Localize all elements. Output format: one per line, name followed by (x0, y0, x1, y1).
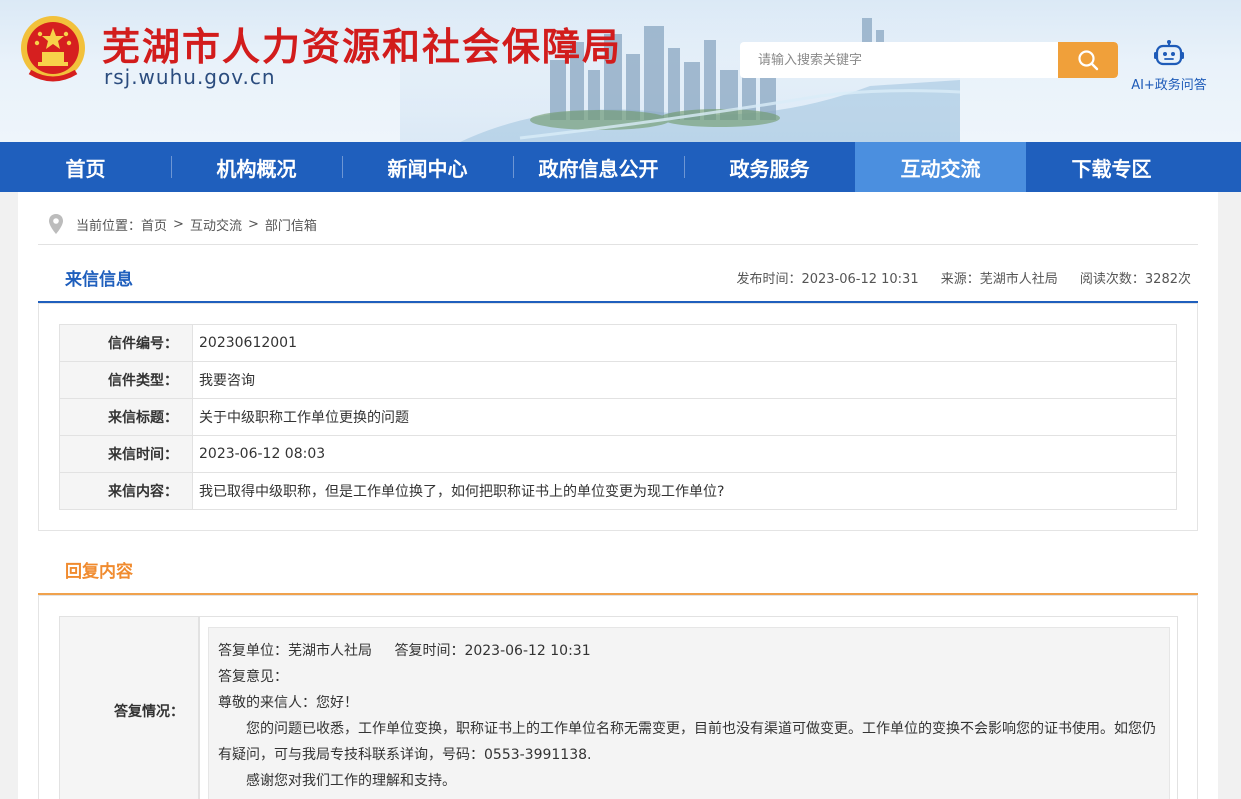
reply-body: 您的问题已收悉，工作单位变换，职称证书上的工作单位名称无需变更，目前也没有渠道可… (218, 721, 1156, 763)
letter-number-value: 20230612001 (192, 324, 1177, 362)
search-box (740, 42, 1118, 78)
search-button[interactable] (1058, 42, 1118, 78)
letter-time-value: 2023-06-12 08:03 (192, 435, 1177, 473)
breadcrumb-prefix: 当前位置： (76, 218, 142, 234)
letter-content-label: 来信内容： (59, 472, 193, 510)
nav-interaction[interactable]: 互动交流 (855, 142, 1026, 192)
nav-downloads[interactable]: 下载专区 (1026, 142, 1197, 192)
nav-news[interactable]: 新闻中心 (342, 142, 513, 192)
reply-time: 答复时间：2023-06-12 10:31 (394, 643, 591, 659)
breadcrumb-interaction[interactable]: 互动交流 (190, 215, 242, 234)
letter-content-value: 我已取得中级职称，但是工作单位换了，如何把职称证书上的单位变更为现工作单位? (192, 472, 1177, 510)
content-panel: 当前位置： 首页 > 互动交流 > 部门信箱 来信信息 发布时间：2023-06… (18, 192, 1218, 799)
ai-label: AI+政务问答 (1131, 78, 1207, 93)
reply-box: 答复情况： 答复单位：芜湖市人社局 答复时间：2023-06-12 10:31 … (38, 595, 1198, 799)
reply-opinion-label: 答复意见： (218, 669, 288, 685)
letter-info-box: 信件编号： 20230612001 信件类型： 我要咨询 来信标题： 关于中级职… (38, 303, 1198, 531)
breadcrumb: 当前位置： 首页 > 互动交流 > 部门信箱 (48, 214, 317, 234)
letter-meta: 发布时间：2023-06-12 10:31 来源：芜湖市人社局 阅读次数：328… (718, 268, 1191, 287)
letter-subject-value: 关于中级职称工作单位更换的问题 (192, 398, 1177, 436)
breadcrumb-separator: > (247, 216, 259, 232)
site-header: 芜湖市人力资源和社会保障局 rsj.wuhu.gov.cn AI+政务问答 (0, 0, 1241, 142)
nav-home[interactable]: 首页 (0, 142, 171, 192)
view-count: 阅读次数：3282次 (1079, 272, 1191, 287)
reply-unit: 答复单位：芜湖市人社局 (218, 643, 372, 659)
location-pin-icon (49, 214, 63, 234)
nav-gov-info[interactable]: 政府信息公开 (513, 142, 684, 192)
letter-subject-label: 来信标题： (59, 398, 193, 436)
ai-assistant-link[interactable]: AI+政务问答 (1126, 40, 1212, 93)
letter-info-table: 信件编号： 20230612001 信件类型： 我要咨询 来信标题： 关于中级职… (59, 324, 1177, 510)
breadcrumb-separator: > (173, 216, 184, 232)
table-row: 来信时间： 2023-06-12 08:03 (59, 435, 1177, 473)
reply-thanks: 感谢您对我们工作的理解和支持。 (246, 773, 456, 789)
table-row: 来信标题： 关于中级职称工作单位更换的问题 (59, 398, 1177, 436)
letter-type-label: 信件类型： (59, 361, 193, 399)
national-emblem-icon (21, 16, 85, 82)
table-row: 信件编号： 20230612001 (59, 324, 1177, 362)
site-title: 芜湖市人力资源和社会保障局 (102, 24, 623, 69)
letter-section-title: 来信信息 (65, 270, 133, 290)
breadcrumb-home[interactable]: 首页 (141, 215, 167, 234)
table-row: 信件类型： 我要咨询 (59, 361, 1177, 399)
reply-meta-line: 答复单位：芜湖市人社局 答复时间：2023-06-12 10:31 (218, 638, 1160, 664)
nav-services[interactable]: 政务服务 (684, 142, 855, 192)
breadcrumb-mailbox[interactable]: 部门信箱 (265, 215, 317, 234)
reply-greeting: 尊敬的来信人：您好！ (218, 695, 358, 711)
main-nav: 首页 机构概况 新闻中心 政府信息公开 政务服务 互动交流 下载专区 (0, 142, 1241, 192)
reply-content: 答复单位：芜湖市人社局 答复时间：2023-06-12 10:31 答复意见： … (208, 627, 1170, 799)
table-row: 来信内容： 我已取得中级职称，但是工作单位换了，如何把职称证书上的单位变更为现工… (59, 472, 1177, 510)
reply-status-cell: 答复单位：芜湖市人社局 答复时间：2023-06-12 10:31 答复意见： … (199, 616, 1178, 799)
reply-section-title: 回复内容 (65, 562, 133, 582)
site-domain: rsj.wuhu.gov.cn (104, 65, 276, 89)
reply-status-label: 答复情况： (59, 616, 199, 799)
search-input[interactable] (740, 42, 1058, 78)
search-icon (1078, 50, 1099, 71)
robot-icon (1154, 40, 1184, 66)
breadcrumb-divider (38, 244, 1198, 245)
letter-number-label: 信件编号： (59, 324, 193, 362)
source: 来源：芜湖市人社局 (940, 272, 1058, 287)
letter-time-label: 来信时间： (59, 435, 193, 473)
publish-time: 发布时间：2023-06-12 10:31 (736, 272, 919, 287)
letter-type-value: 我要咨询 (192, 361, 1177, 399)
nav-about[interactable]: 机构概况 (171, 142, 342, 192)
